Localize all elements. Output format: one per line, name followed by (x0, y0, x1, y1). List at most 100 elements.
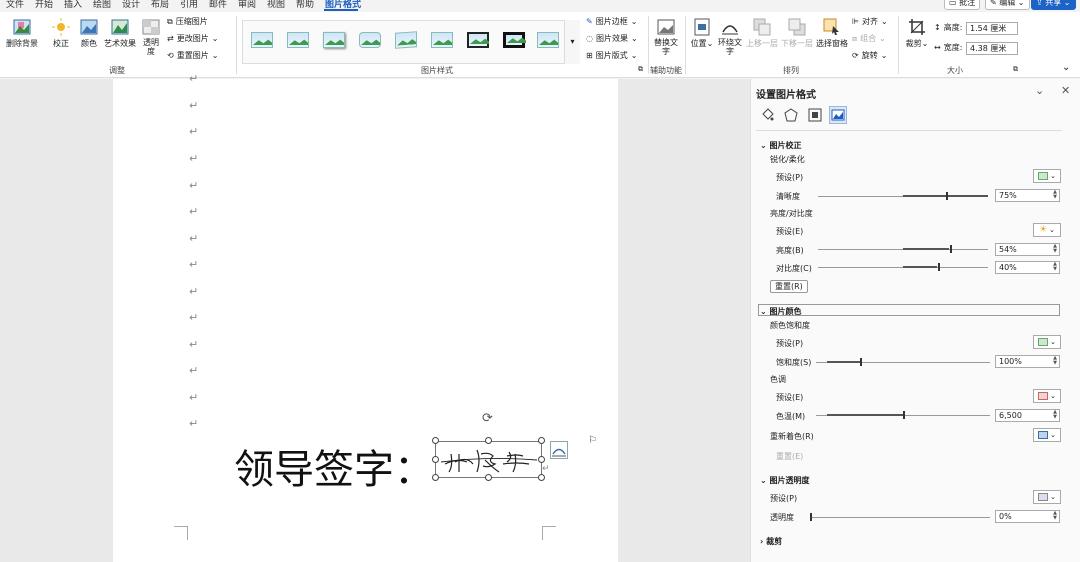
resize-handle[interactable] (485, 474, 492, 481)
picture-effects-button[interactable]: ◌ 图片效果 ⌄ (586, 33, 638, 44)
layout-options-button[interactable] (550, 441, 568, 459)
menu-draw[interactable]: 绘图 (93, 0, 111, 10)
rotate-handle-icon[interactable]: ⟳ (482, 411, 493, 426)
effects-tab-icon[interactable] (782, 106, 800, 124)
artistic-effects-button[interactable]: 艺术效果 (103, 18, 137, 49)
picture-border-button[interactable]: ✎ 图片边框 ⌄ (586, 16, 637, 27)
fill-line-tab-icon[interactable] (758, 106, 776, 124)
corrections-button[interactable]: 校正 (50, 18, 72, 49)
style-thumb-1[interactable] (248, 29, 276, 53)
tone-preset-dropdown[interactable]: ⌄ (1033, 389, 1061, 403)
menu-view[interactable]: 视图 (267, 0, 285, 10)
spinner-arrows-icon[interactable]: ▲ ▼ (1053, 190, 1057, 200)
color-button[interactable]: 颜色 (78, 18, 100, 49)
position-button[interactable]: 位置⌄ (690, 18, 714, 49)
menu-file[interactable]: 文件 (6, 0, 24, 10)
wrap-text-button[interactable]: 环绕文字 (716, 18, 744, 56)
group-objects-button[interactable]: ⧈ 组合 ⌄ (852, 33, 886, 44)
picture-tab-icon[interactable] (829, 106, 847, 124)
styles-dialog-launcher[interactable]: ⧉ (638, 65, 643, 74)
transparency-button[interactable]: 透明度 (140, 18, 162, 56)
style-thumb-6[interactable] (428, 29, 456, 53)
remove-background-button[interactable]: 删除背景 (5, 18, 39, 49)
transparency-thumb[interactable] (810, 513, 812, 521)
saturation-preset-dropdown[interactable]: ⌄ (1033, 335, 1061, 349)
send-backward-button[interactable]: 下移一层 (781, 18, 813, 49)
close-icon[interactable]: ✕ (1061, 84, 1070, 97)
spinner-arrows-icon[interactable]: ▲ ▼ (1053, 410, 1057, 420)
size-dialog-launcher[interactable]: ⧉ (1013, 65, 1018, 74)
menu-references[interactable]: 引用 (180, 0, 198, 10)
sharpness-input[interactable]: 75% ▲ ▼ (995, 189, 1060, 202)
sharpen-preset-dropdown[interactable]: ⌄ (1033, 169, 1061, 183)
reset-color-button[interactable]: 重置(E) (776, 451, 803, 462)
resize-handle[interactable] (538, 456, 545, 463)
resize-handle[interactable] (538, 474, 545, 481)
bring-forward-button[interactable]: 上移一层 (746, 18, 778, 49)
style-thumb-4[interactable] (356, 29, 384, 53)
collapse-ribbon-icon[interactable]: ⌄ (1062, 62, 1070, 73)
align-button[interactable]: ⊫ 对齐 ⌄ (852, 16, 888, 27)
picture-layout-button[interactable]: ⊞ 图片版式 ⌄ (586, 50, 637, 61)
brightness-input[interactable]: 54% ▲ ▼ (995, 243, 1060, 256)
gallery-more-icon[interactable]: ▾ (564, 20, 580, 64)
picture-selection-box[interactable] (435, 441, 542, 478)
rotate-button[interactable]: ⟳ 旋转 ⌄ (852, 50, 887, 61)
transparency-preset-dropdown[interactable]: ⌄ (1033, 490, 1061, 504)
layout-properties-tab-icon[interactable] (806, 106, 824, 124)
recolor-dropdown[interactable]: ⌄ (1033, 428, 1061, 442)
saturation-input[interactable]: 100% ▲ ▼ (995, 355, 1060, 368)
section-picture-color[interactable]: ⌄ 图片颜色 (760, 306, 802, 317)
comment-button[interactable]: ▭ 批注 (944, 0, 981, 10)
alt-text-button[interactable]: 替换文字 (654, 18, 678, 56)
contrast-input[interactable]: 40% ▲ ▼ (995, 261, 1060, 274)
section-crop[interactable]: › 裁剪 (760, 536, 782, 547)
transparency-slider[interactable] (810, 517, 990, 518)
menu-review[interactable]: 审阅 (238, 0, 256, 10)
spinner-arrows-icon[interactable]: ▲ ▼ (1053, 511, 1057, 521)
style-thumb-5[interactable] (392, 29, 420, 53)
edit-button[interactable]: ✎ 编辑 ⌄ (985, 0, 1030, 10)
spinner-arrows-icon[interactable]: ▲ ▼ (1053, 356, 1057, 366)
brightness-preset-dropdown[interactable]: ☀ ⌄ (1033, 223, 1061, 237)
transparency-input[interactable]: 0% ▲ ▼ (995, 510, 1060, 523)
temperature-input[interactable]: 6,500 ▲ ▼ (995, 409, 1060, 422)
compress-pictures-button[interactable]: ⧉ 压缩图片 (167, 16, 208, 27)
style-thumb-8[interactable] (500, 29, 528, 53)
resize-handle[interactable] (432, 437, 439, 444)
menu-help[interactable]: 帮助 (296, 0, 314, 10)
resize-handle[interactable] (432, 474, 439, 481)
height-input[interactable]: 1.54 厘米 (966, 22, 1018, 35)
brightness-thumb[interactable] (949, 245, 952, 253)
spinner-arrows-icon[interactable]: ▲ ▼ (1053, 262, 1057, 272)
style-thumb-3[interactable] (320, 29, 348, 53)
width-input[interactable]: 4.38 厘米 (966, 42, 1018, 55)
style-thumb-7[interactable] (464, 29, 492, 53)
border-label: 图片边框 (595, 17, 628, 26)
menu-mailings[interactable]: 邮件 (209, 0, 227, 10)
sharpness-thumb[interactable] (945, 192, 948, 200)
menu-insert[interactable]: 插入 (64, 0, 82, 10)
section-picture-transparency[interactable]: ⌄ 图片透明度 (760, 475, 810, 486)
resize-handle[interactable] (538, 437, 545, 444)
section-picture-corrections[interactable]: ⌄ 图片校正 (760, 140, 802, 151)
resize-handle[interactable] (485, 437, 492, 444)
reset-picture-button[interactable]: ⟲ 重置图片 ⌄ (167, 50, 218, 61)
resize-handle[interactable] (432, 456, 439, 463)
menu-home[interactable]: 开始 (35, 0, 53, 10)
reset-corrections-button[interactable]: 重置(R) (770, 280, 808, 293)
style-thumb-2[interactable] (284, 29, 312, 53)
comment-marker-icon[interactable]: ⚐ (588, 435, 597, 446)
spinner-arrows-icon[interactable]: ▲ ▼ (1053, 244, 1057, 254)
share-button[interactable]: ⇪ 共享 ⌄ (1031, 0, 1076, 10)
pane-options-icon[interactable]: ⌄ (1035, 84, 1044, 97)
change-picture-button[interactable]: ⇄ 更改图片 ⌄ (167, 33, 218, 44)
style-thumb-9[interactable] (534, 29, 562, 53)
saturation-thumb[interactable] (859, 358, 862, 366)
menu-layout[interactable]: 布局 (151, 0, 169, 10)
selection-pane-button[interactable]: 选择窗格 (816, 18, 848, 49)
menu-design[interactable]: 设计 (122, 0, 140, 10)
temperature-thumb[interactable] (903, 411, 905, 419)
contrast-thumb[interactable] (938, 263, 940, 271)
crop-button[interactable]: 裁剪⌄ (905, 18, 929, 49)
